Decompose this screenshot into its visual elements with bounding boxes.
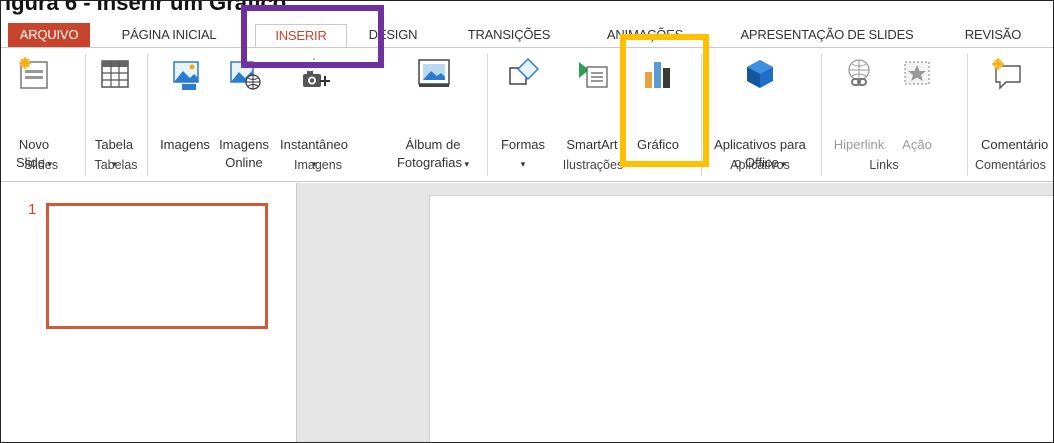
- action-star-icon: [904, 61, 930, 85]
- group-label-comentarios: Comentários: [975, 158, 1046, 172]
- smartart-label: SmartArt: [566, 137, 618, 152]
- group-separator: [147, 54, 148, 176]
- slide-thumbnail-pane[interactable]: 1: [1, 183, 297, 442]
- powerpoint-window: igura 6 - Inserir um Gráfico ARQUIVO PÁG…: [0, 0, 1054, 443]
- instantaneo-label: Instantâneo: [280, 137, 348, 152]
- group-label-aplicativos: Aplicativos: [730, 158, 790, 172]
- album-label-1: Álbum de: [405, 137, 461, 152]
- figure-caption: igura 6 - Inserir um Gráfico: [1, 1, 1053, 19]
- acao-label: Ação: [902, 137, 932, 152]
- tab-revisao[interactable]: REVISÃO: [953, 24, 1033, 47]
- shapes-icon: [509, 57, 540, 85]
- formas-button[interactable]: Formas ▾: [495, 48, 551, 169]
- hiperlink-label: Hiperlink: [833, 137, 885, 152]
- new-slide-icon: [19, 57, 48, 89]
- aplicativos-label-1: Aplicativos para: [714, 137, 806, 152]
- hyperlink-icon: [848, 59, 870, 86]
- smartart-button[interactable]: SmartArt: [557, 48, 627, 156]
- comment-icon: [992, 58, 1021, 90]
- group-separator: [821, 54, 822, 176]
- comentario-button[interactable]: Comentário: [973, 48, 1053, 156]
- photo-album-icon: [418, 59, 450, 87]
- group-separator: [85, 54, 86, 176]
- formas-label: Formas: [500, 137, 546, 152]
- hiperlink-button[interactable]: Hiperlink: [827, 48, 891, 156]
- imagens-label: Imagens: [160, 137, 210, 152]
- table-icon: [101, 60, 129, 88]
- tab-apresentacao-de-slides[interactable]: APRESENTAÇÃO DE SLIDES: [723, 24, 931, 47]
- ribbon-inserir: Novo Slide ▾ Slides Tabela ▾ Tabelas Ima…: [1, 47, 1053, 182]
- group-separator: [967, 54, 968, 176]
- office-apps-icon: [747, 60, 773, 88]
- imagens-button[interactable]: Imagens: [157, 48, 213, 156]
- editor-area: 1: [1, 183, 1053, 442]
- album-de-fotografias-button[interactable]: Álbum de Fotografias ▾: [385, 48, 481, 170]
- tab-pagina-inicial[interactable]: PÁGINA INICIAL: [107, 24, 231, 47]
- comentario-label: Comentário: [981, 137, 1049, 152]
- dropdown-caret-icon: ▾: [520, 159, 526, 169]
- slide-number: 1: [28, 201, 37, 218]
- novo-slide-label-1: Novo: [18, 137, 50, 152]
- acao-button[interactable]: Ação: [893, 48, 941, 156]
- slide-canvas[interactable]: [429, 195, 1053, 442]
- aplicativos-para-o-office-button[interactable]: Aplicativos para o Office ▾: [705, 48, 815, 170]
- inserir-tab-highlight: [241, 5, 384, 68]
- tabela-button[interactable]: Tabela ▾: [89, 48, 139, 169]
- group-label-links: Links: [869, 158, 899, 172]
- tab-arquivo[interactable]: ARQUIVO: [8, 23, 90, 47]
- group-label-imagens: Imagens: [294, 158, 342, 172]
- picture-icon: [173, 61, 199, 90]
- tab-transicoes[interactable]: TRANSIÇÕES: [453, 24, 565, 47]
- grafico-button-highlight: [620, 34, 709, 167]
- group-label-slides: Slides: [23, 158, 59, 172]
- group-label-tabelas: Tabelas: [94, 158, 138, 172]
- imagens-online-label-1: Imagens: [219, 137, 269, 152]
- ribbon-tab-bar: ARQUIVO PÁGINA INICIAL INSERIR DESIGN TR…: [1, 21, 1053, 47]
- novo-slide-button[interactable]: Novo Slide ▾: [13, 48, 55, 170]
- slide-thumbnail[interactable]: [46, 203, 268, 329]
- tabela-label: Tabela: [94, 137, 134, 152]
- group-separator: [487, 54, 488, 176]
- smartart-icon: [579, 62, 608, 88]
